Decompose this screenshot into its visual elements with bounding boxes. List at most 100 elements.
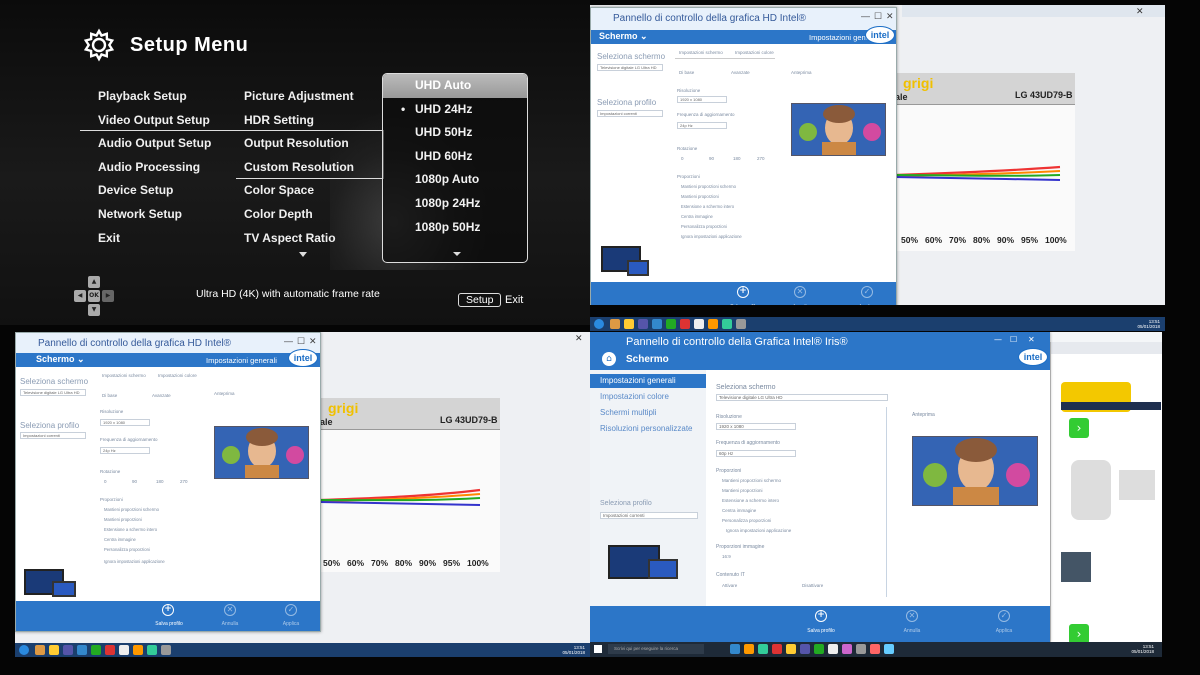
scrollbar[interactable] xyxy=(886,407,887,597)
minimize-icon[interactable]: — xyxy=(861,11,870,21)
minimize-icon[interactable]: — xyxy=(284,336,293,346)
taskbar-app-icon[interactable] xyxy=(736,319,746,329)
display-select[interactable]: Televisione digitale LG Ultra HD xyxy=(20,389,86,396)
radio-avanzate[interactable]: Avanzate xyxy=(152,393,171,398)
taskbar-app-icon[interactable] xyxy=(105,645,115,655)
rotation-option[interactable]: 180 xyxy=(733,156,741,161)
submenu-picture-adjustment[interactable]: Picture Adjustment xyxy=(244,85,354,109)
submenu-color-space[interactable]: Color Space xyxy=(244,179,354,203)
profile-select[interactable]: Impostazioni correnti xyxy=(20,432,86,439)
taskbar-app-icon[interactable] xyxy=(758,644,768,654)
taskbar-app-icon[interactable] xyxy=(744,644,754,654)
frequency-select[interactable]: 60p Hz xyxy=(716,450,796,457)
taskbar-app-icon[interactable] xyxy=(161,645,171,655)
prop-option[interactable]: Mantieni proporzioni schermo xyxy=(722,478,781,483)
prop-option[interactable]: Ignora impostazioni applicazione xyxy=(681,234,742,239)
tab-impostazioni-schermo[interactable]: Impostazioni schermo xyxy=(679,50,723,55)
taskbar-app-icon[interactable] xyxy=(708,319,718,329)
taskbar-app-icon[interactable] xyxy=(730,644,740,654)
prop-option[interactable]: Ignora impostazioni applicazione xyxy=(104,559,165,564)
taskbar-app-icon[interactable] xyxy=(610,319,620,329)
display-select[interactable]: Televisione digitale LG Ultra HD xyxy=(716,394,888,401)
nav-impostazioni-generali[interactable]: Impostazioni generali xyxy=(600,376,676,385)
close-icon[interactable]: ✕ xyxy=(1136,7,1144,17)
resolution-1080p-50hz[interactable]: 1080p 50Hz xyxy=(383,216,527,240)
save-profile-button[interactable]: Salva profilo xyxy=(719,304,769,305)
rotation-option[interactable]: 90 xyxy=(709,156,714,161)
frequency-select[interactable]: 24p Hz xyxy=(677,122,727,129)
maximize-icon[interactable]: ☐ xyxy=(1010,335,1017,344)
taskbar-app-icon[interactable] xyxy=(666,319,676,329)
taskbar-app-icon[interactable] xyxy=(680,319,690,329)
resolution-select[interactable]: 1920 x 1080 xyxy=(100,419,150,426)
prop-option[interactable]: Mantieni proporzioni xyxy=(681,194,719,199)
taskbar-app-icon[interactable] xyxy=(870,644,880,654)
menu-item-audio-output[interactable]: Audio Output Setup xyxy=(98,132,211,156)
submenu-output-resolution[interactable]: Output Resolution xyxy=(244,132,354,156)
taskbar-app-icon[interactable] xyxy=(842,644,852,654)
taskbar-app-icon[interactable] xyxy=(786,644,796,654)
maximize-icon[interactable]: ☐ xyxy=(874,11,882,22)
prop-option[interactable]: Personalizza proporzioni xyxy=(722,518,771,523)
prop-option[interactable]: Personalizza proporzioni xyxy=(681,224,727,229)
menu-item-network[interactable]: Network Setup xyxy=(98,203,211,227)
taskbar-app-icon[interactable] xyxy=(133,645,143,655)
minimize-icon[interactable]: — xyxy=(994,335,1002,344)
cancel-button[interactable]: Annulla xyxy=(892,628,932,634)
prop-option[interactable]: Mantieni proporzioni xyxy=(722,488,763,493)
menu-item-video-output[interactable]: Video Output Setup xyxy=(98,109,211,133)
apply-button[interactable]: Applica xyxy=(271,621,311,627)
nav-impostazioni-colore[interactable]: Impostazioni colore xyxy=(600,392,669,401)
taskbar-app-icon[interactable] xyxy=(638,319,648,329)
maximize-icon[interactable]: ☐ xyxy=(297,336,305,347)
resolution-1080p-24hz[interactable]: 1080p 24Hz xyxy=(383,192,527,216)
resolution-uhd-auto[interactable]: UHD Auto xyxy=(383,74,527,98)
radio-avanzate[interactable]: Avanzate xyxy=(731,70,750,75)
resolution-uhd-60hz[interactable]: UHD 60Hz xyxy=(383,145,527,169)
apply-button[interactable]: Applica xyxy=(847,304,887,305)
frequency-select[interactable]: 24p Hz xyxy=(100,447,150,454)
taskbar-app-icon[interactable] xyxy=(49,645,59,655)
close-icon[interactable]: ✕ xyxy=(575,334,583,344)
close-icon[interactable]: ✕ xyxy=(309,336,317,347)
profile-select[interactable]: Impostazioni correnti xyxy=(600,512,698,519)
taskbar-app-icon[interactable] xyxy=(856,644,866,654)
prop-option[interactable]: Mantieni proporzioni schermo xyxy=(104,507,159,512)
home-icon[interactable]: ⌂ xyxy=(602,352,616,366)
cancel-button[interactable]: Annulla xyxy=(210,621,250,627)
taskbar-app-icon[interactable] xyxy=(652,319,662,329)
resolution-select[interactable]: 1920 x 1080 xyxy=(677,96,727,103)
resolution-1080p-auto[interactable]: 1080p Auto xyxy=(383,168,527,192)
taskbar-app-icon[interactable] xyxy=(694,319,704,329)
prop-option[interactable]: Centra immagine xyxy=(722,508,756,513)
schermo-menu[interactable]: Schermo ⌄ xyxy=(599,31,648,42)
taskbar-app-icon[interactable] xyxy=(35,645,45,655)
next-arrow-icon[interactable]: › xyxy=(1069,624,1089,642)
save-profile-button[interactable]: Salva profilo xyxy=(144,621,194,627)
prop-option[interactable]: Ignora impostazioni applicazione xyxy=(726,528,791,533)
taskbar-app-icon[interactable] xyxy=(814,644,824,654)
attivare-option[interactable]: Attivare xyxy=(722,583,737,588)
nav-risoluzioni-personalizzate[interactable]: Risoluzioni personalizzate xyxy=(600,424,693,433)
tab-impostazioni-schermo[interactable]: Impostazioni schermo xyxy=(102,373,146,378)
rotation-option[interactable]: 180 xyxy=(156,479,164,484)
resolution-uhd-50hz[interactable]: UHD 50Hz xyxy=(383,121,527,145)
submenu-custom-resolution[interactable]: Custom Resolution xyxy=(244,156,354,180)
disattivare-option[interactable]: Disattivare xyxy=(802,583,823,588)
rotation-option[interactable]: 270 xyxy=(757,156,765,161)
tab-impostazioni-colore[interactable]: Impostazioni colore xyxy=(158,373,197,378)
submenu-hdr-setting[interactable]: HDR Setting xyxy=(244,109,354,133)
taskbar-app-icon[interactable] xyxy=(800,644,810,654)
setup-key-button[interactable]: Setup xyxy=(458,293,502,307)
display-select[interactable]: Televisione digitale LG Ultra HD xyxy=(597,64,663,71)
rotation-option[interactable]: 0 xyxy=(681,156,684,161)
taskbar-app-icon[interactable] xyxy=(772,644,782,654)
apply-button[interactable]: Applica xyxy=(984,628,1024,634)
prop-option[interactable]: Personalizza proporzioni xyxy=(104,547,150,552)
menu-item-exit[interactable]: Exit xyxy=(98,227,211,251)
resolution-uhd-24hz[interactable]: • UHD 24Hz xyxy=(383,98,527,122)
taskbar-app-icon[interactable] xyxy=(147,645,157,655)
start-button[interactable] xyxy=(594,319,604,329)
prop-option[interactable]: Centra immagine xyxy=(104,537,136,542)
prop-option[interactable]: Mantieni proporzioni schermo xyxy=(681,184,736,189)
